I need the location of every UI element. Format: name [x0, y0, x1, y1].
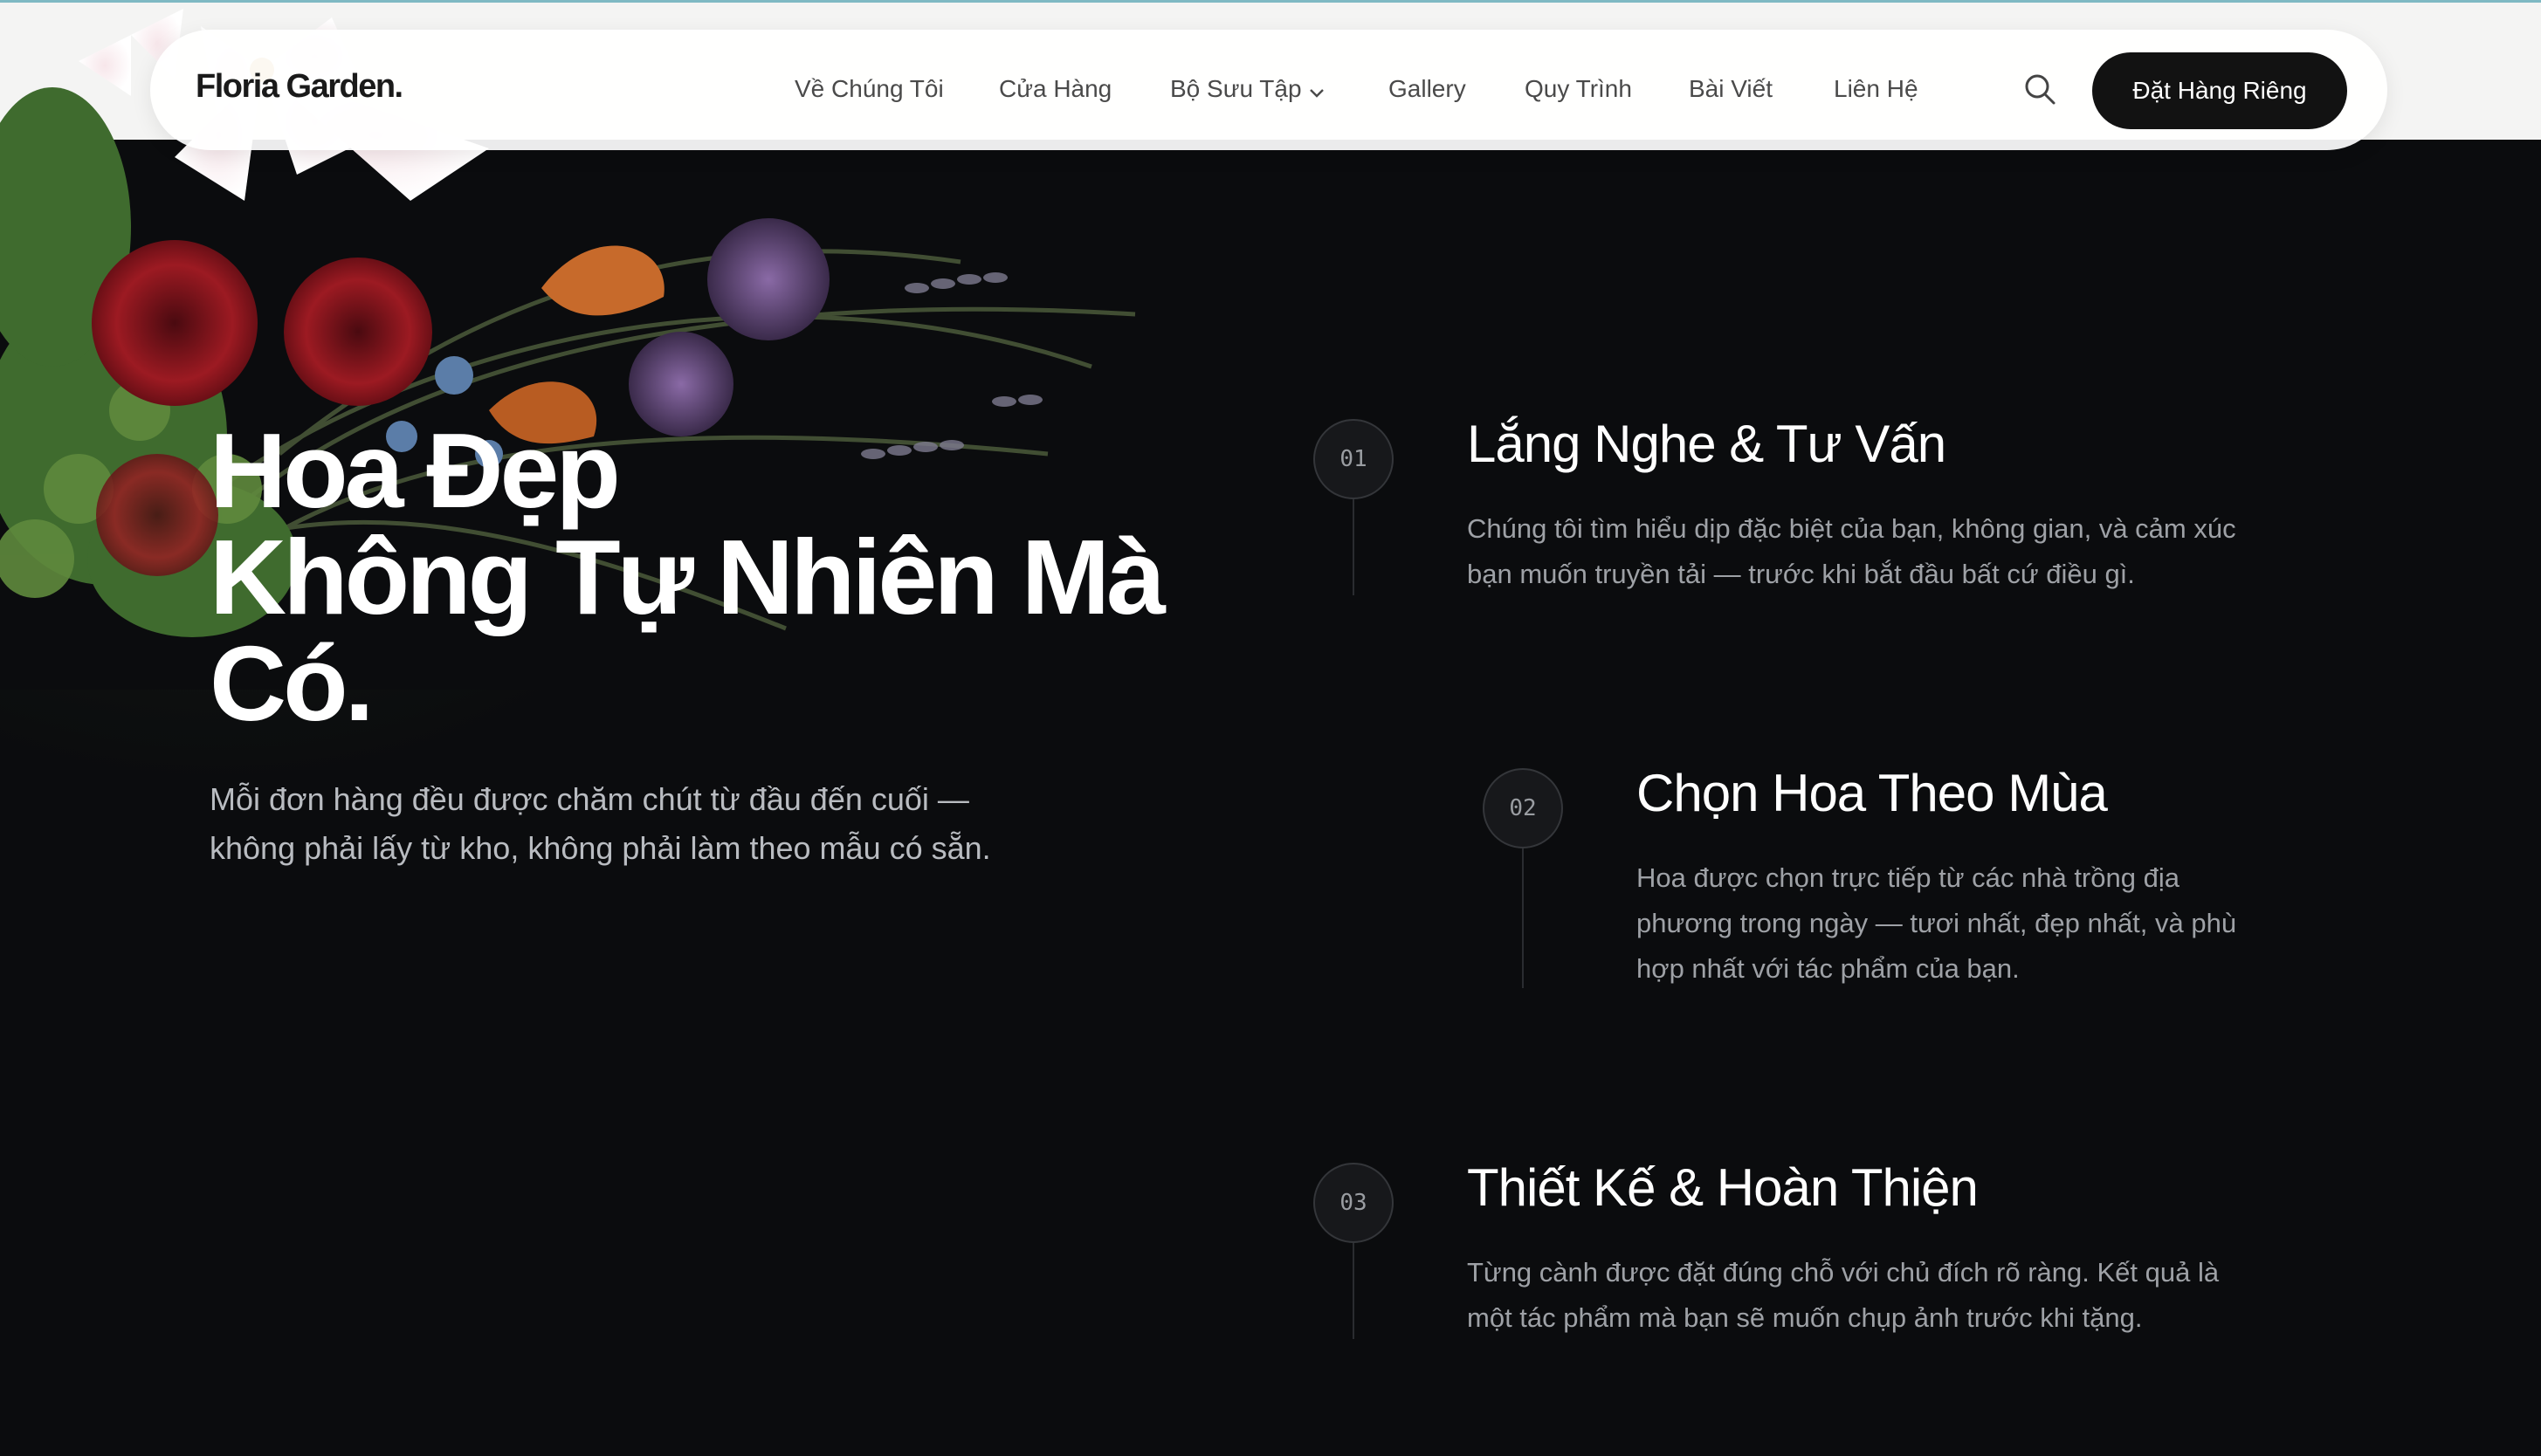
hero-title-line: Không Tự Nhiên Mà [210, 518, 1166, 636]
step-description-line: một tác phẩm mà bạn sẽ muốn chụp ảnh trư… [1467, 1302, 2143, 1333]
logo[interactable]: Floria Garden. [196, 68, 403, 106]
step-number: 03 [1313, 1163, 1394, 1243]
custom-order-button[interactable]: Đặt Hàng Riêng [2092, 52, 2347, 129]
step-description: Chúng tôi tìm hiểu dịp đặc biệt của bạn,… [1467, 506, 2323, 597]
nav-item-label: Liên Hệ [1834, 75, 1918, 102]
hero-subtitle: Mỗi đơn hàng đều được chăm chút từ đầu đ… [210, 775, 1083, 873]
nav-item-collections[interactable]: Bộ Sưu Tập [1170, 75, 1325, 105]
step-description-line: bạn muốn truyền tải — trước khi bắt đầu … [1467, 559, 2135, 589]
nav-item-gallery[interactable]: Gallery [1388, 75, 1466, 103]
step-description-line: phương trong ngày — tươi nhất, đẹp nhất,… [1636, 908, 2237, 938]
nav-item-label: Quy Trình [1525, 75, 1632, 102]
nav-item-contact[interactable]: Liên Hệ [1834, 75, 1918, 103]
hero-subtitle-line: không phải lấy từ kho, không phải làm th… [210, 830, 991, 866]
nav-item-shop[interactable]: Cửa Hàng [999, 75, 1112, 103]
navbar: Floria Garden. Về Chúng Tôi Cửa Hàng Bộ … [150, 30, 2387, 150]
nav-item-label: Bài Viết [1689, 75, 1773, 102]
step-description-line: Chúng tôi tìm hiểu dịp đặc biệt của bạn,… [1467, 513, 2236, 544]
nav-item-blog[interactable]: Bài Viết [1689, 75, 1773, 103]
hero-subtitle-line: Mỗi đơn hàng đều được chăm chút từ đầu đ… [210, 781, 969, 817]
step-connector [1353, 499, 1354, 595]
step-title: Lắng Nghe & Tư Vấn [1467, 415, 1946, 473]
nav-item-process[interactable]: Quy Trình [1525, 75, 1632, 103]
nav-item-label: Cửa Hàng [999, 75, 1112, 102]
search-icon[interactable] [2022, 72, 2057, 106]
hero-title-line: Có. [210, 624, 375, 743]
hero-title: Hoa Đẹp Không Tự Nhiên Mà Có. [210, 417, 1257, 737]
step-title: Chọn Hoa Theo Mùa [1636, 764, 2108, 822]
step-description-line: Từng cành được đặt đúng chỗ với chủ đích… [1467, 1257, 2220, 1288]
step-description-line: hợp nhất với tác phẩm của bạn. [1636, 953, 2020, 984]
step-description-line: Hoa được chọn trực tiếp từ các nhà trồng… [1636, 862, 2179, 893]
nav-item-about[interactable]: Về Chúng Tôi [795, 75, 944, 103]
chevron-down-icon [1309, 77, 1325, 105]
nav-item-label: Về Chúng Tôi [795, 75, 944, 102]
step-connector [1353, 1243, 1354, 1339]
step-description: Hoa được chọn trực tiếp từ các nhà trồng… [1636, 855, 2317, 992]
step-number: 01 [1313, 419, 1394, 499]
step-number: 02 [1483, 768, 1563, 848]
nav-item-label: Gallery [1388, 75, 1466, 102]
step-title: Thiết Kế & Hoàn Thiện [1467, 1158, 1979, 1217]
hero-title-line: Hoa Đẹp [210, 411, 621, 530]
nav-item-label: Bộ Sưu Tập [1170, 75, 1302, 102]
step-connector [1522, 848, 1524, 988]
step-description: Từng cành được đặt đúng chỗ với chủ đích… [1467, 1250, 2323, 1341]
